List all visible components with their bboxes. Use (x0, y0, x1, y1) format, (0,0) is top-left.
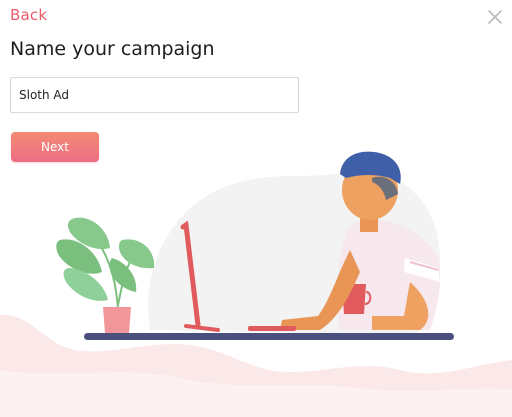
keyboard (248, 326, 296, 331)
create-campaign-dialog: Back Name your campaign Next (0, 0, 512, 417)
back-link[interactable]: Back (10, 6, 47, 24)
close-button[interactable] (487, 9, 503, 25)
dialog-title: Name your campaign (10, 38, 215, 60)
campaign-name-input[interactable] (10, 77, 299, 113)
person-at-desk-illustration (0, 151, 512, 417)
desk (84, 333, 454, 340)
close-icon (488, 10, 502, 24)
potted-plant-icon (56, 217, 155, 333)
